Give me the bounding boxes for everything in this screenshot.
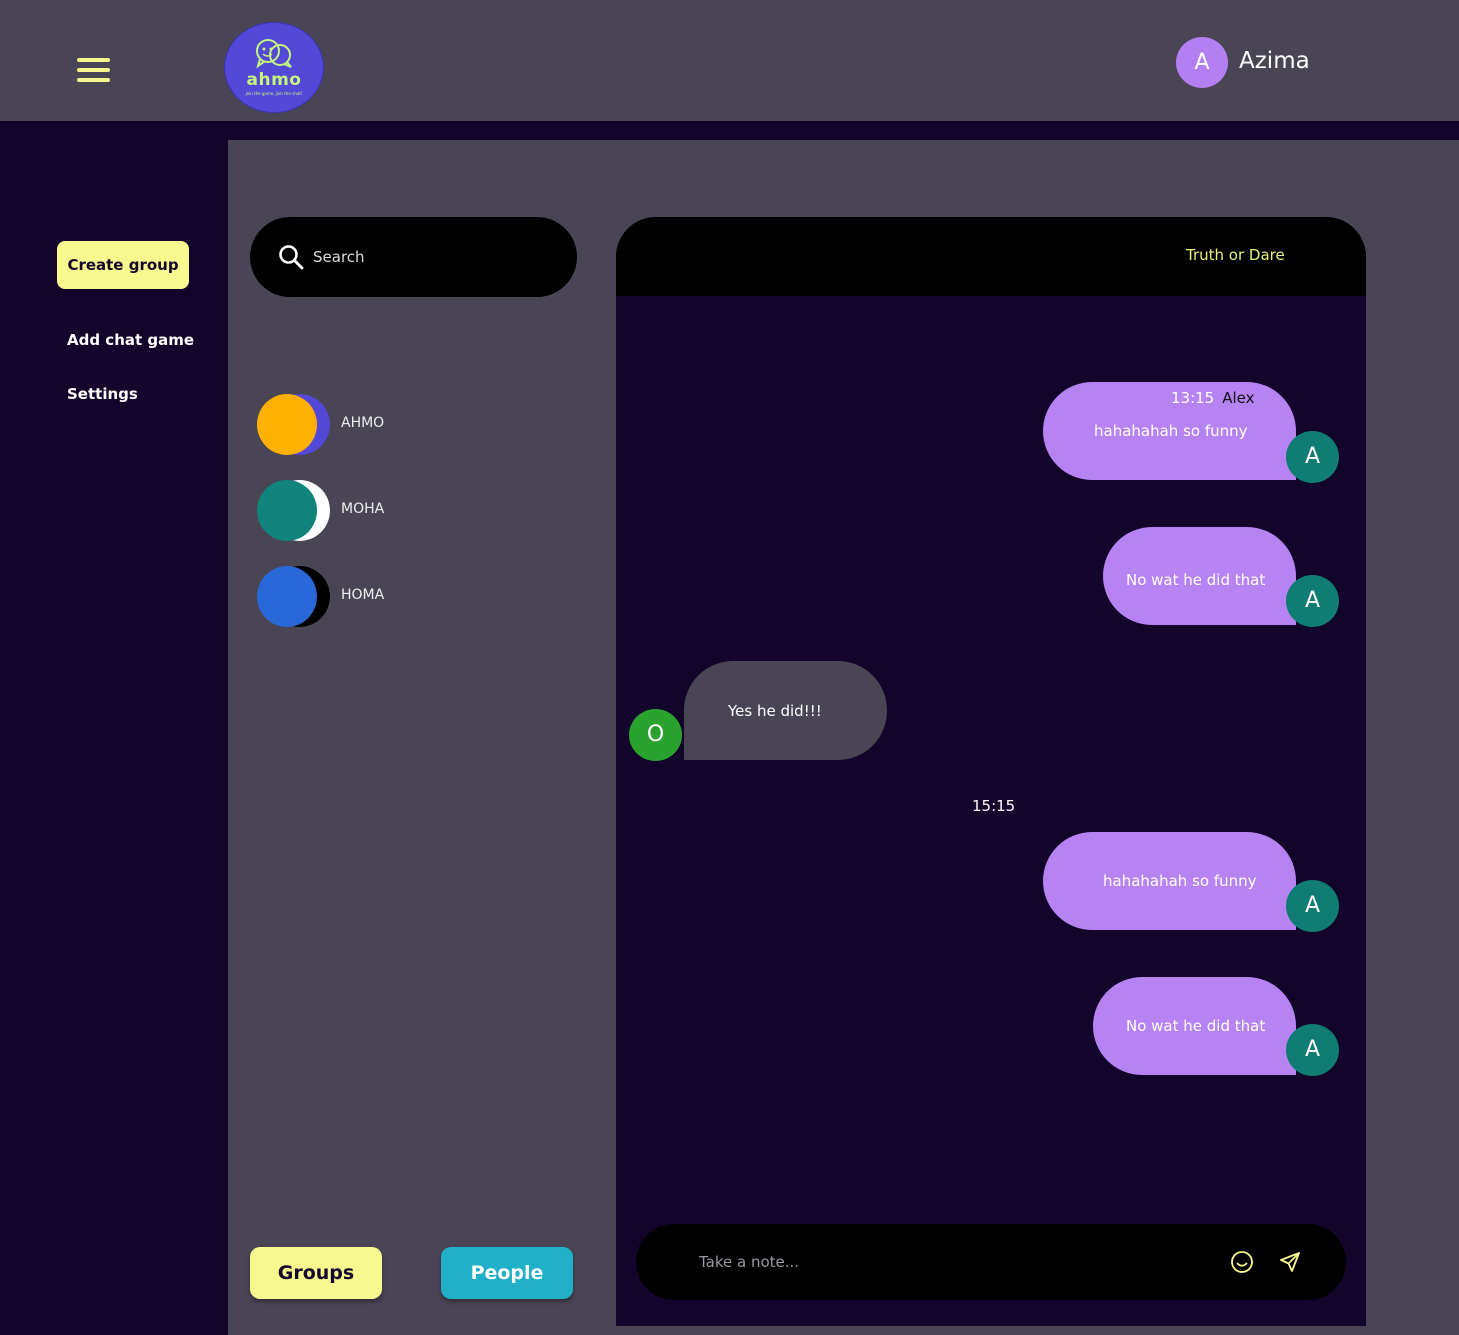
message-bubble-outgoing[interactable]: No wat he did that [1103,527,1296,625]
user-avatar[interactable]: A [1176,37,1228,88]
chat-panel: Truth or Dare 13:15 Alex hahahahah so fun… [616,217,1366,1326]
contact-item-ahmo[interactable]: AHMO [257,394,477,456]
sender-avatar[interactable]: A [1286,880,1339,932]
sender-avatar[interactable]: A [1286,1024,1339,1076]
message-bubble-outgoing[interactable]: 13:15 Alex hahahahah so funny [1043,382,1296,480]
search-icon [279,245,304,270]
message-bubble-outgoing[interactable]: No wat he did that [1093,977,1296,1075]
chat-header: Truth or Dare [616,217,1366,296]
message-composer [636,1224,1346,1300]
people-tab-button[interactable]: People [441,1247,573,1299]
search-input[interactable] [313,245,543,269]
logo-tagline: join the game, join the chat! [245,91,303,96]
contact-name: AHMO [341,415,385,431]
emoji-icon[interactable] [1230,1250,1254,1274]
contact-avatar [257,566,317,627]
left-nav [0,140,228,1335]
message-text: No wat he did that [1126,571,1266,589]
message-text: Yes he did!!! [728,702,822,720]
contact-name: HOMA [341,587,385,603]
contact-avatar [257,394,317,455]
sender-avatar[interactable]: A [1286,575,1339,627]
logo-wordmark: ahmo [246,70,302,90]
message-time: 13:15 [1171,389,1215,407]
settings-link[interactable]: Settings [67,385,138,403]
time-divider: 15:15 [972,797,1016,815]
message-text: hahahahah so funny [1103,872,1257,890]
groups-tab-button[interactable]: Groups [250,1247,382,1299]
sender-avatar[interactable]: O [629,709,682,761]
app-logo[interactable]: ahmo join the game, join the chat! [224,22,324,113]
send-icon[interactable] [1278,1250,1302,1274]
chat-bubbles-icon [256,39,292,69]
contact-name: MOHA [341,501,385,517]
contact-item-moha[interactable]: MOHA [257,480,477,542]
create-group-button[interactable]: Create group [57,241,189,289]
chat-title: Truth or Dare [1186,246,1285,264]
message-bubble-outgoing[interactable]: hahahahah so funny [1043,832,1296,930]
add-chat-game-link[interactable]: Add chat game [67,331,194,349]
contact-item-homa[interactable]: HOMA [257,566,477,628]
sender-avatar[interactable]: A [1286,431,1339,483]
message-sender: Alex [1222,389,1255,407]
message-meta: 13:15 Alex [1171,389,1255,407]
message-bubble-incoming[interactable]: Yes he did!!! [684,661,887,760]
search-bar[interactable] [250,217,577,297]
user-name[interactable]: Azima [1239,48,1310,74]
message-text: No wat he did that [1126,1017,1266,1035]
message-input[interactable] [699,1250,1149,1274]
hamburger-menu-icon[interactable] [77,58,110,84]
message-text: hahahahah so funny [1094,422,1248,440]
contact-avatar [257,480,317,541]
